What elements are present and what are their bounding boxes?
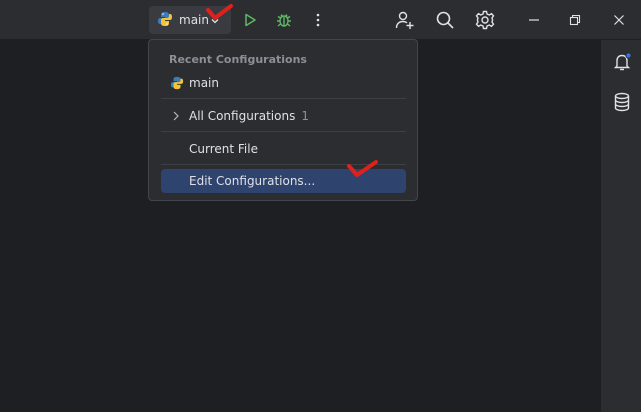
- edit-configurations-label: Edit Configurations...: [189, 174, 316, 188]
- more-icon[interactable]: [306, 8, 330, 32]
- chevron-right-icon: [172, 110, 180, 125]
- right-tool-strip: [600, 40, 641, 412]
- divider: [161, 131, 406, 132]
- close-icon[interactable]: [607, 8, 631, 32]
- search-icon[interactable]: [433, 8, 457, 32]
- divider: [161, 98, 406, 99]
- debug-icon[interactable]: [272, 8, 296, 32]
- annotation-checkmark: [347, 160, 378, 177]
- current-file-label: Current File: [189, 142, 258, 156]
- settings-icon[interactable]: [473, 8, 497, 32]
- restore-icon[interactable]: [563, 8, 587, 32]
- python-icon: [157, 11, 173, 30]
- recent-config-label: main: [189, 76, 219, 90]
- add-user-icon[interactable]: [393, 8, 417, 32]
- annotation-checkmark: [206, 4, 233, 20]
- all-configurations-count: 1: [301, 109, 309, 123]
- all-configurations-item[interactable]: All Configurations 1: [161, 104, 406, 128]
- run-icon[interactable]: [238, 8, 262, 32]
- python-icon: [170, 76, 184, 93]
- all-configurations-label: All Configurations: [189, 109, 296, 123]
- database-icon[interactable]: [611, 91, 633, 113]
- notifications-icon[interactable]: [611, 51, 633, 73]
- recent-config-main[interactable]: main: [161, 71, 406, 95]
- title-bar: main: [0, 0, 641, 40]
- minimize-icon[interactable]: [522, 8, 546, 32]
- popup-header: Recent Configurations: [169, 53, 307, 66]
